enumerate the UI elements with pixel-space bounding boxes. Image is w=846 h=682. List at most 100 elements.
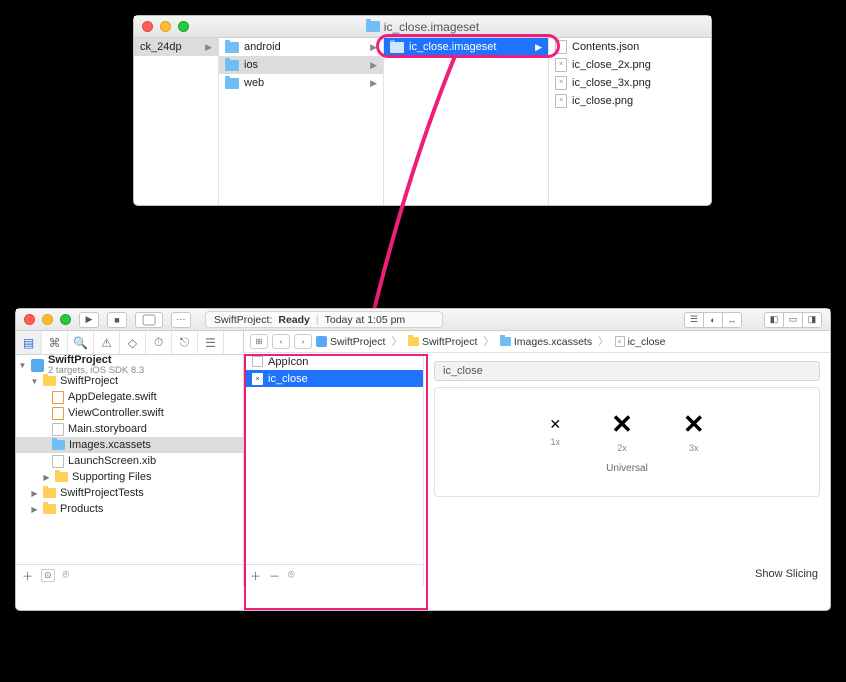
find-navigator-tab[interactable]: 🔍 xyxy=(68,331,94,354)
assistant-editor-button[interactable]: ◐ xyxy=(703,312,723,328)
tree-file-viewcontroller[interactable]: ViewController.swift xyxy=(16,405,243,421)
disclosure-triangle-icon[interactable]: ▶ xyxy=(30,505,39,514)
asset-outline[interactable]: AppIcon × ic_close ＋ － ⌾ xyxy=(244,353,424,586)
navigator-footer: ＋ ⊙ ⌾ xyxy=(16,564,243,586)
filter-scm-button[interactable]: ⌾ xyxy=(63,569,70,582)
asset-editor: AppIcon × ic_close ＋ － ⌾ xyxy=(244,353,830,586)
chevron-right-icon: 〉 xyxy=(598,334,609,349)
finder-item-contents-json[interactable]: Contents.json xyxy=(549,38,714,56)
finder-column-1[interactable]: android ▶ ios ▶ web ▶ xyxy=(219,38,384,205)
image-well-2x[interactable]: ✕ 2x xyxy=(611,411,633,453)
folder-icon xyxy=(225,78,239,89)
image-file-icon: × xyxy=(555,76,567,90)
toggle-navigator-button[interactable]: ◧ xyxy=(764,312,784,328)
toggle-utilities-button[interactable]: ◨ xyxy=(802,312,822,328)
toggle-debug-button[interactable]: ▭ xyxy=(783,312,803,328)
finder-item-ck24dp[interactable]: ck_24dp ▶ xyxy=(134,38,218,56)
disclosure-triangle-icon[interactable]: ▶ xyxy=(30,489,39,498)
tree-label: LaunchScreen.xib xyxy=(68,455,156,467)
minimize-button[interactable] xyxy=(42,314,53,325)
tree-label: Main.storyboard xyxy=(68,423,147,435)
issue-navigator-tab[interactable]: ⚠ xyxy=(94,331,120,354)
scheme-selector[interactable] xyxy=(135,312,163,328)
finder-item-android[interactable]: android ▶ xyxy=(219,38,383,56)
disclosure-triangle-icon[interactable]: ▼ xyxy=(18,361,27,370)
show-slicing-label: Show Slicing xyxy=(755,568,818,580)
tree-group-tests[interactable]: ▶ SwiftProjectTests xyxy=(16,485,243,501)
status-state: Ready xyxy=(278,314,310,326)
finder-item-web[interactable]: web ▶ xyxy=(219,74,383,92)
asset-detail: ic_close ✕ 1x ✕ 2x xyxy=(424,353,830,586)
test-navigator-tab[interactable]: ◇ xyxy=(120,331,146,354)
image-well-3x[interactable]: ✕ 3x xyxy=(683,411,705,453)
breadcrumb-label: SwiftProject xyxy=(422,336,477,348)
related-items-button[interactable]: ⊞ xyxy=(250,334,268,349)
chevron-right-icon: ▶ xyxy=(205,42,212,53)
run-button[interactable]: ▶ xyxy=(79,312,99,328)
status-separator: | xyxy=(316,314,319,326)
item-label: ck_24dp xyxy=(140,41,200,53)
add-asset-button[interactable]: ＋ xyxy=(250,568,261,584)
tree-root[interactable]: ▼ SwiftProject 2 targets, iOS SDK 8.3 xyxy=(16,357,243,373)
tree-group-supporting[interactable]: ▶ Supporting Files xyxy=(16,469,243,485)
show-slicing-button[interactable]: Show Slicing xyxy=(755,568,818,580)
finder-column-2[interactable]: ic_close.imageset ▶ xyxy=(384,38,549,205)
symbol-navigator-tab[interactable]: ⌘ xyxy=(42,331,68,354)
tree-label: ViewController.swift xyxy=(68,407,164,419)
jump-bar[interactable]: ⊞ ‹ › SwiftProject 〉 SwiftProject 〉 Imag… xyxy=(244,331,830,353)
tree-label: SwiftProject xyxy=(60,375,118,387)
filter-button[interactable]: ⌾ xyxy=(288,569,295,582)
activity-status[interactable]: SwiftProject: Ready | Today at 1:05 pm xyxy=(205,311,443,328)
finder-titlebar[interactable]: ic_close.imageset xyxy=(134,16,711,38)
asset-item-icclose[interactable]: × ic_close xyxy=(244,370,423,387)
filter-recent-button[interactable]: ⊙ xyxy=(41,569,55,582)
asset-name-field[interactable]: ic_close xyxy=(434,361,820,381)
finder-column-0[interactable]: ck_24dp ▶ xyxy=(134,38,219,205)
chevron-right-icon: 〉 xyxy=(391,334,402,349)
finder-item-imageset[interactable]: ic_close.imageset ▶ xyxy=(384,38,548,56)
asset-item-appicon[interactable]: AppIcon xyxy=(244,353,423,370)
tree-file-storyboard[interactable]: Main.storyboard xyxy=(16,421,243,437)
report-navigator-tab[interactable]: ☰ xyxy=(198,331,224,354)
disclosure-triangle-icon[interactable]: ▶ xyxy=(42,473,51,482)
chevron-right-icon: ▶ xyxy=(370,78,377,89)
image-well-1x[interactable]: ✕ 1x xyxy=(549,417,561,447)
tree-label: AppDelegate.swift xyxy=(68,391,157,403)
finder-column-3[interactable]: Contents.json × ic_close_2x.png × ic_clo… xyxy=(549,38,714,205)
standard-editor-button[interactable]: ☰ xyxy=(684,312,704,328)
asset-outline-footer: ＋ － ⌾ xyxy=(244,564,423,586)
close-button[interactable] xyxy=(24,314,35,325)
back-button[interactable]: ‹ xyxy=(272,334,290,349)
tree-group-products[interactable]: ▶ Products xyxy=(16,501,243,517)
breadcrumb-assets[interactable]: Images.xcassets xyxy=(500,336,592,348)
tree-label: Images.xcassets xyxy=(69,439,151,451)
editor-mode-segmented: ☰ ◐ ↔ xyxy=(684,312,742,328)
add-button[interactable]: ＋ xyxy=(22,568,33,584)
debug-navigator-tab[interactable]: ⏱ xyxy=(146,331,172,354)
breadcrumb-group[interactable]: SwiftProject xyxy=(408,336,477,348)
project-navigator-tab[interactable]: ▤ xyxy=(16,331,42,354)
finder-item-1x-png[interactable]: × ic_close.png xyxy=(549,92,714,110)
forward-button[interactable]: › xyxy=(294,334,312,349)
finder-item-ios[interactable]: ios ▶ xyxy=(219,56,383,74)
stop-button[interactable]: ■ xyxy=(107,312,127,328)
breadcrumb-asset[interactable]: × ic_close xyxy=(615,336,666,348)
disclosure-triangle-icon[interactable]: ▼ xyxy=(30,377,39,386)
tree-file-launchscreen[interactable]: LaunchScreen.xib xyxy=(16,453,243,469)
thumbnail-1x: ✕ xyxy=(549,417,561,431)
editor-area: ⊞ ‹ › SwiftProject 〉 SwiftProject 〉 Imag… xyxy=(244,331,830,586)
scale-label: 1x xyxy=(550,437,560,447)
zoom-button[interactable] xyxy=(60,314,71,325)
finder-item-2x-png[interactable]: × ic_close_2x.png xyxy=(549,56,714,74)
breakpoint-navigator-tab[interactable]: ⎋ xyxy=(172,331,198,354)
tree-file-images-xcassets[interactable]: Images.xcassets xyxy=(16,437,243,453)
finder-item-3x-png[interactable]: × ic_close_3x.png xyxy=(549,74,714,92)
breadcrumb-project[interactable]: SwiftProject xyxy=(316,336,385,348)
destination-selector[interactable]: ⋯ xyxy=(171,312,191,328)
tree-file-appdelegate[interactable]: AppDelegate.swift xyxy=(16,389,243,405)
remove-asset-button[interactable]: － xyxy=(269,568,280,584)
project-tree[interactable]: ▼ SwiftProject 2 targets, iOS SDK 8.3 ▼ … xyxy=(16,355,243,564)
version-editor-button[interactable]: ↔ xyxy=(722,312,742,328)
folder-icon xyxy=(366,21,380,32)
tree-label: SwiftProjectTests xyxy=(60,487,144,499)
